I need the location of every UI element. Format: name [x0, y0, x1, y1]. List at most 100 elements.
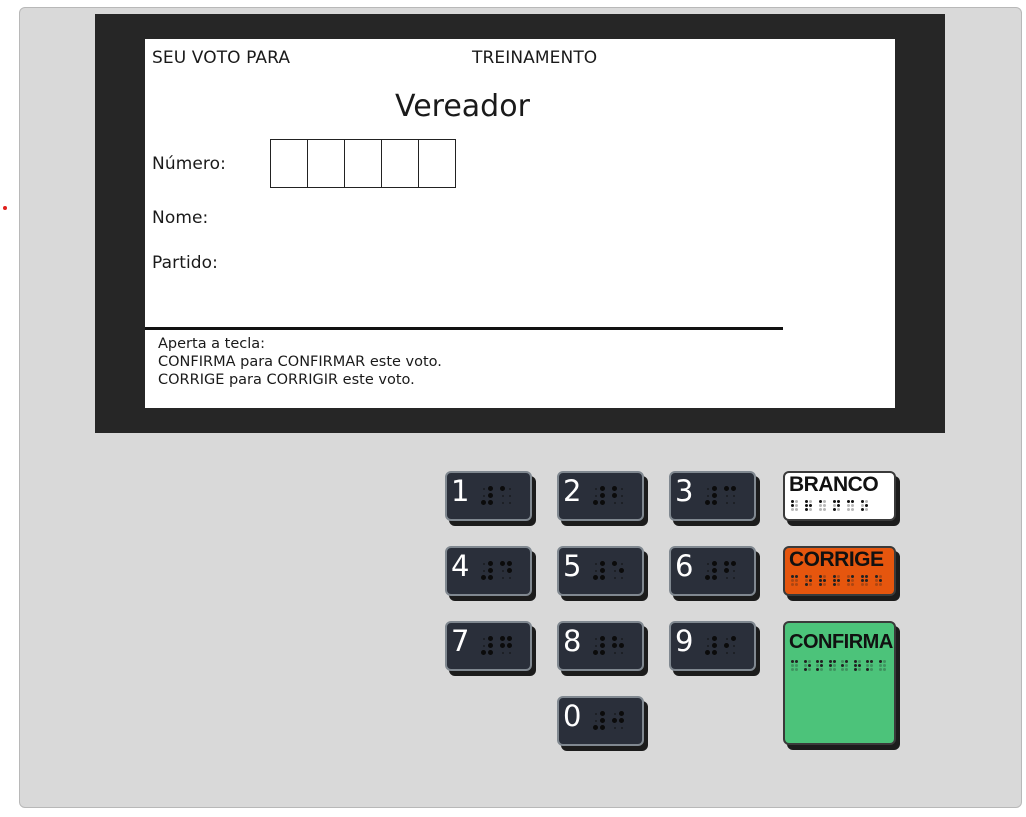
braille-icon	[791, 575, 891, 587]
key-7[interactable]: 7	[445, 621, 532, 671]
confirma-label: CONFIRMA	[789, 631, 893, 653]
key-4[interactable]: 4	[445, 546, 532, 596]
braille-icon	[593, 561, 629, 581]
braille-dot	[833, 500, 836, 503]
braille-dot	[819, 583, 822, 586]
braille-dot	[508, 494, 511, 497]
braille-dot	[594, 719, 597, 722]
braille-dot	[861, 583, 864, 586]
braille-dot	[507, 568, 512, 573]
braille-dot	[731, 486, 736, 491]
braille-dot	[488, 561, 493, 566]
braille-dot	[865, 508, 868, 511]
key-digit: 1	[451, 474, 470, 508]
braille-dot	[594, 487, 597, 490]
braille-dot	[507, 561, 512, 566]
braille-dot	[861, 579, 864, 582]
braille-dot	[823, 579, 826, 582]
braille-dot	[619, 718, 624, 723]
braille-dot	[501, 494, 504, 497]
braille-dot	[488, 650, 493, 655]
braille-dot	[482, 562, 485, 565]
key-1[interactable]: 1	[445, 471, 532, 521]
braille-dot	[712, 568, 717, 573]
braille-dot	[508, 651, 511, 654]
branco-button[interactable]: BRANCO	[783, 471, 896, 521]
braille-dot	[823, 583, 826, 586]
braille-dot	[791, 575, 794, 578]
braille-dot	[482, 487, 485, 490]
instruction-line: CORRIGE para CORRIGIR este voto.	[158, 372, 415, 388]
seu-voto-label: SEU VOTO PARA	[152, 48, 291, 68]
key-digit: 6	[675, 549, 694, 583]
braille-dot	[819, 579, 822, 582]
braille-dot	[865, 504, 868, 507]
key-digit: 7	[451, 624, 470, 658]
key-0[interactable]: 0	[557, 696, 644, 746]
braille-dot	[600, 636, 605, 641]
braille-dot	[731, 636, 736, 641]
mode-label: TREINAMENTO	[472, 48, 598, 68]
key-digit: 4	[451, 549, 470, 583]
braille-dot	[865, 579, 868, 582]
braille-dot	[866, 660, 869, 663]
braille-dot	[807, 664, 811, 667]
braille-dot	[853, 664, 857, 667]
braille-dot	[620, 726, 623, 729]
braille-dot	[841, 668, 844, 671]
braille-dot	[594, 569, 597, 572]
corrige-button[interactable]: CORRIGE	[783, 546, 896, 596]
braille-dot	[833, 575, 836, 578]
braille-dot	[875, 583, 878, 586]
confirma-button[interactable]: CONFIRMA	[783, 621, 896, 745]
braille-dot	[805, 508, 808, 511]
braille-dot	[847, 575, 850, 578]
braille-dot	[725, 637, 728, 640]
key-6[interactable]: 6	[669, 546, 756, 596]
braille-dot	[795, 575, 798, 578]
braille-dot	[857, 660, 861, 663]
braille-dot	[882, 668, 886, 671]
key-8[interactable]: 8	[557, 621, 644, 671]
cargo-title: Vereador	[395, 89, 530, 124]
braille-dot	[857, 664, 861, 667]
braille-icon	[481, 561, 517, 581]
braille-dot	[620, 501, 623, 504]
braille-dot	[600, 568, 605, 573]
braille-dot	[837, 500, 840, 503]
braille-dot	[851, 508, 854, 511]
braille-dot	[712, 650, 717, 655]
braille-dot	[712, 575, 717, 580]
digit-box-5	[418, 139, 456, 188]
braille-dot	[837, 583, 840, 586]
braille-dot	[620, 487, 623, 490]
braille-dot	[612, 561, 617, 566]
braille-dot	[805, 579, 808, 582]
key-5[interactable]: 5	[557, 546, 644, 596]
braille-dot	[861, 575, 864, 578]
braille-dot	[488, 500, 493, 505]
braille-dot	[870, 664, 873, 667]
braille-dot	[724, 486, 729, 491]
braille-dot	[725, 494, 728, 497]
instruction-line: Aperta a tecla:	[158, 336, 266, 352]
braille-dot	[833, 504, 836, 507]
braille-dot	[832, 664, 836, 667]
braille-dot	[805, 504, 808, 507]
braille-dot	[620, 494, 623, 497]
braille-dot	[706, 562, 709, 565]
braille-dot	[706, 644, 709, 647]
braille-dot	[612, 718, 617, 723]
ballot-screen: SEU VOTO PARA TREINAMENTO Vereador Númer…	[145, 39, 895, 408]
braille-dot	[795, 583, 798, 586]
braille-dot	[488, 636, 493, 641]
key-2[interactable]: 2	[557, 471, 644, 521]
braille-dot	[816, 660, 819, 663]
braille-icon	[593, 486, 629, 506]
braille-dot	[791, 504, 794, 507]
braille-dot	[803, 668, 807, 671]
key-9[interactable]: 9	[669, 621, 756, 671]
braille-dot	[725, 576, 728, 579]
braille-dot	[501, 569, 504, 572]
key-3[interactable]: 3	[669, 471, 756, 521]
